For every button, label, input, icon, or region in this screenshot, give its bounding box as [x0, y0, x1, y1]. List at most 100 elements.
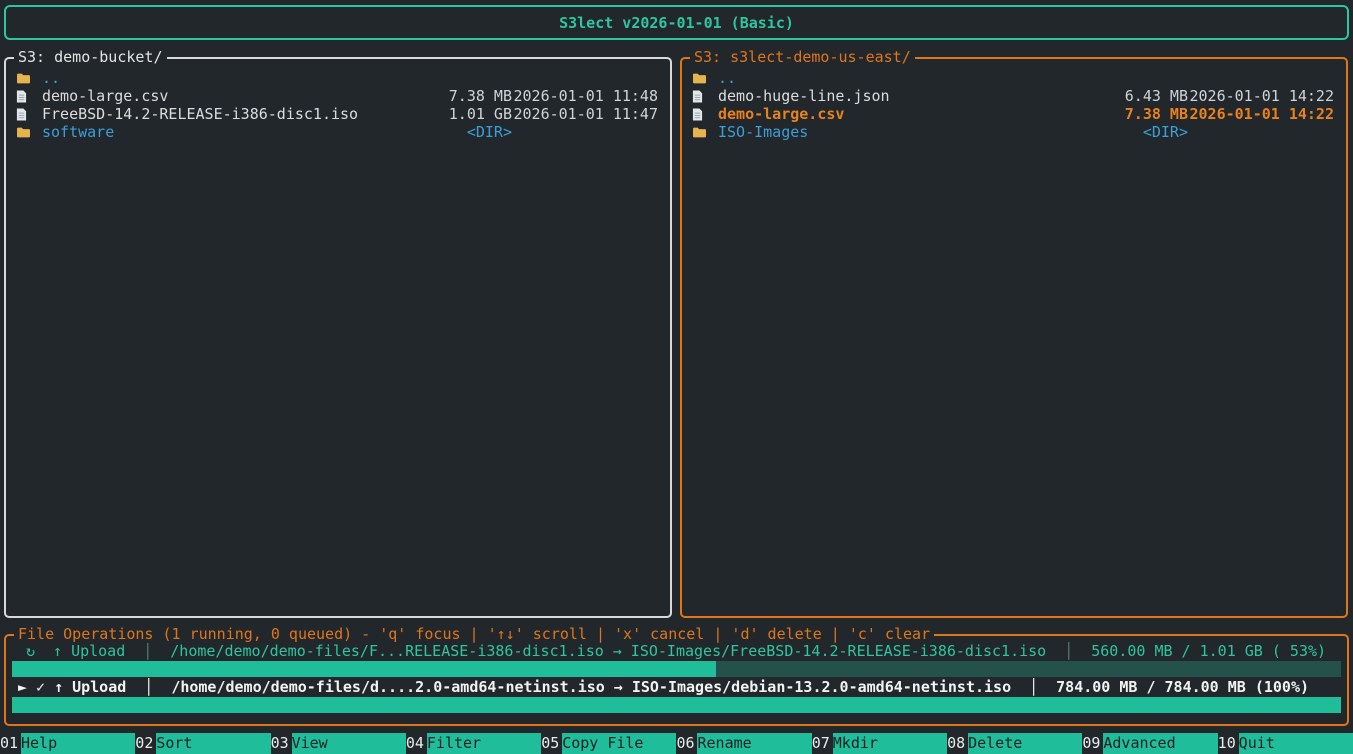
file-date: 2026-01-01 11:48 [512, 87, 658, 105]
fkey-number: 06 [676, 733, 697, 754]
file-size: 7.38 MB [420, 87, 512, 105]
file-icon [16, 90, 34, 103]
fkey-delete[interactable]: 08Delete [947, 733, 1082, 754]
upload-arrow-icon: ↑ [54, 678, 63, 696]
operation-row[interactable]: ↻ ↑ Upload │ /home/demo/demo-files/F...RELEA… [6, 642, 1347, 660]
file-row[interactable]: FreeBSD-14.2-RELEASE-i386-disc1.iso 1.01… [6, 105, 670, 123]
file-date: 2026-01-01 14:22 [1188, 87, 1334, 105]
file-operations-header: File Operations (1 running, 0 queued) - … [14, 625, 934, 643]
file-operations-panel: File Operations (1 running, 0 queued) - … [4, 634, 1349, 726]
fkey-view[interactable]: 03View [271, 733, 406, 754]
file-date: 2026-01-01 14:22 [1188, 105, 1334, 123]
fkey-label: Rename [697, 733, 811, 754]
left-file-list: .. demo-large.csv 7.38 MB 2026-01-01 11:… [6, 59, 670, 141]
file-row[interactable]: .. [682, 69, 1346, 87]
left-panel-title: S3: demo-bucket/ [14, 48, 167, 66]
file-name: demo-huge-line.json [718, 87, 1096, 105]
separator: │ [1064, 642, 1073, 660]
folder-icon [16, 126, 34, 139]
right-panel: S3: s3lect-demo-us-east/ .. demo-huge-li… [680, 57, 1348, 618]
fkey-sort[interactable]: 02Sort [135, 733, 270, 754]
file-row[interactable]: software <DIR> [6, 123, 670, 141]
file-name: .. [718, 69, 1096, 87]
fkey-label: Advanced [1103, 733, 1217, 754]
title-bar: S3lect v2026-01-01 (Basic) [4, 5, 1349, 40]
progress-bar-fill [12, 661, 716, 677]
arrow-right-icon: → [614, 678, 623, 696]
fkey-label: Help [21, 733, 135, 754]
selection-marker-icon: ► [18, 678, 27, 696]
operation-type: Upload [72, 678, 126, 696]
file-row[interactable]: ISO-Images <DIR> [682, 123, 1346, 141]
fkey-number: 01 [0, 733, 21, 754]
fkey-rename[interactable]: 06Rename [676, 733, 811, 754]
fkey-label: Delete [968, 733, 1082, 754]
folder-icon [692, 126, 710, 139]
separator: │ [144, 678, 153, 696]
fkey-label: Sort [156, 733, 270, 754]
file-name: demo-large.csv [42, 87, 420, 105]
separator: │ [1029, 678, 1038, 696]
fkey-number: 10 [1218, 733, 1239, 754]
fkey-help[interactable]: 01Help [0, 733, 135, 754]
file-name: software [42, 123, 420, 141]
file-row[interactable]: demo-large.csv 7.38 MB 2026-01-01 11:48 [6, 87, 670, 105]
fkey-copy-file[interactable]: 05Copy File [541, 733, 676, 754]
file-size: 7.38 MB [1096, 105, 1188, 123]
fkey-advanced[interactable]: 09Advanced [1082, 733, 1217, 754]
upload-arrow-icon: ↑ [53, 642, 62, 660]
file-name: .. [42, 69, 420, 87]
file-size: <DIR> [420, 123, 512, 141]
fkey-label: Filter [427, 733, 541, 754]
file-name: ISO-Images [718, 123, 1096, 141]
fkey-quit[interactable]: 10Quit [1218, 733, 1353, 754]
operation-dest: ISO-Images/debian-13.2.0-amd64-netinst.i… [632, 678, 1011, 696]
fkey-label: Mkdir [833, 733, 947, 754]
spinner-icon: ↻ [26, 642, 35, 660]
operation-progress-text: 784.00 MB / 784.00 MB (100%) [1056, 678, 1309, 696]
right-file-list: .. demo-huge-line.json 6.43 MB 2026-01-0… [682, 59, 1346, 141]
file-size: 6.43 MB [1096, 87, 1188, 105]
fkey-label: View [292, 733, 406, 754]
progress-bar-fill [12, 697, 1341, 713]
app-title: S3lect v2026-01-01 (Basic) [559, 14, 794, 32]
file-size: 1.01 GB [420, 105, 512, 123]
fkey-number: 08 [947, 733, 968, 754]
fkey-label: Quit [1239, 733, 1353, 754]
file-size: <DIR> [1096, 123, 1188, 141]
fkey-filter[interactable]: 04Filter [406, 733, 541, 754]
folder-icon [692, 72, 710, 85]
fkey-number: 05 [541, 733, 562, 754]
fkey-number: 02 [135, 733, 156, 754]
folder-icon [16, 72, 34, 85]
separator: │ [143, 642, 152, 660]
arrow-right-icon: → [613, 642, 622, 660]
progress-bar [12, 697, 1341, 713]
operation-progress-text: 560.00 MB / 1.01 GB ( 53%) [1091, 642, 1326, 660]
file-row[interactable]: demo-huge-line.json 6.43 MB 2026-01-01 1… [682, 87, 1346, 105]
fkey-mkdir[interactable]: 07Mkdir [812, 733, 947, 754]
fkey-number: 03 [271, 733, 292, 754]
file-row[interactable]: .. [6, 69, 670, 87]
progress-bar [12, 661, 1341, 677]
operation-dest: ISO-Images/FreeBSD-14.2-RELEASE-i386-dis… [631, 642, 1046, 660]
file-icon [692, 90, 710, 103]
check-icon: ✓ [36, 678, 45, 696]
right-panel-title: S3: s3lect-demo-us-east/ [690, 48, 915, 66]
operation-source: /home/demo/demo-files/d....2.0-amd64-net… [171, 678, 604, 696]
fkey-number: 04 [406, 733, 427, 754]
operation-type: Upload [71, 642, 125, 660]
fkey-number: 09 [1082, 733, 1103, 754]
file-icon [692, 108, 710, 121]
left-panel: S3: demo-bucket/ .. demo-large.csv 7.38 … [4, 57, 672, 618]
function-key-bar: 01Help 02Sort 03View 04Filter 05Copy Fil… [0, 733, 1353, 754]
file-name: FreeBSD-14.2-RELEASE-i386-disc1.iso [42, 105, 420, 123]
fkey-label: Copy File [562, 733, 676, 754]
file-row-selected[interactable]: demo-large.csv 7.38 MB 2026-01-01 14:22 [682, 105, 1346, 123]
operation-row-selected[interactable]: ► ✓ ↑ Upload │ /home/demo/demo-files/d....2.0… [6, 678, 1347, 696]
file-icon [16, 108, 34, 121]
file-name: demo-large.csv [718, 105, 1096, 123]
app-window: S3lect v2026-01-01 (Basic) S3: demo-buck… [0, 0, 1353, 754]
operation-source: /home/demo/demo-files/F...RELEASE-i386-d… [170, 642, 603, 660]
fkey-number: 07 [812, 733, 833, 754]
